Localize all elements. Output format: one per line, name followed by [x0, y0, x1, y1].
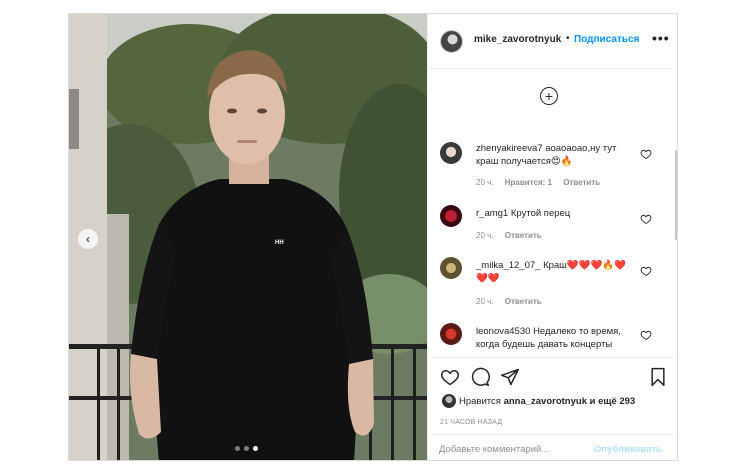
comment-time: 20 ч.	[476, 231, 494, 240]
comment-body: zhenyakireeva7 аоаоаоао,ну тут краш полу…	[476, 142, 636, 168]
follow-button[interactable]: Подписаться	[574, 34, 639, 45]
post-header: mike_zavorotnyuk • Подписаться •••	[428, 14, 677, 69]
post-timestamp[interactable]: 21 ЧАСОВ НАЗАД	[440, 419, 502, 426]
comments-scrollbar[interactable]	[675, 150, 677, 240]
shirt-logo: HH	[275, 240, 284, 246]
commenter-avatar[interactable]	[440, 257, 462, 279]
reply-button[interactable]: Ответить	[505, 231, 542, 240]
more-dots-icon[interactable]: •••	[652, 30, 670, 46]
bookmark-icon[interactable]	[648, 367, 668, 387]
likes-prefix: Нравится	[459, 396, 501, 407]
comment-body: r_amg1 Крутой перец	[476, 207, 636, 220]
publish-button[interactable]: Опубликовать	[594, 444, 662, 455]
likes-count[interactable]: и ещё 293	[590, 396, 636, 407]
header-separator: •	[566, 33, 570, 44]
comment-meta: 20 ч. Ответить	[476, 297, 551, 306]
liker-username[interactable]: anna_zavorotnyuk	[504, 396, 587, 407]
add-comment-bar: Опубликовать	[428, 434, 677, 460]
comment-username[interactable]: _milka_12_07_	[476, 260, 540, 271]
heart-outline-icon[interactable]	[640, 329, 652, 341]
comment-time: 20 ч.	[476, 297, 494, 306]
comment-meta: 20 ч. Ответить	[476, 231, 551, 240]
comment-body: leonova4530 Недалеко то время, когда буд…	[476, 325, 636, 351]
carousel-dots	[235, 446, 258, 451]
comment-meta: 20 ч. Нравится: 1 Ответить	[476, 178, 609, 187]
heart-outline-icon[interactable]	[640, 213, 652, 225]
reply-button[interactable]: Ответить	[563, 178, 600, 187]
post-side-panel: mike_zavorotnyuk • Подписаться ••• + zhe…	[427, 14, 677, 460]
comment-username[interactable]: leonova4530	[476, 326, 530, 337]
heart-outline-icon[interactable]	[640, 148, 652, 160]
comment-likes[interactable]: Нравится: 1	[505, 178, 552, 187]
likes-summary: Нравится anna_zavorotnyuk и ещё 293	[459, 396, 635, 407]
chevron-left-icon: ‹	[86, 232, 90, 246]
carousel-dot	[244, 446, 249, 451]
comment-icon[interactable]	[470, 367, 490, 387]
liker-avatar[interactable]	[442, 394, 456, 408]
carousel-dot	[235, 446, 240, 451]
commenter-avatar[interactable]	[440, 205, 462, 227]
comment-body: _milka_12_07_ Краш❤️❤️❤️🔥❤️❤️❤️	[476, 259, 636, 285]
carousel-prev-button[interactable]: ‹	[78, 229, 98, 249]
post-photo[interactable]: HH ‹	[69, 14, 427, 460]
load-more-comments-icon[interactable]: +	[540, 87, 558, 105]
comment-input[interactable]	[439, 441, 589, 457]
post-dialog: HH ‹ mike_zavorotnyuk • Подписаться ••• …	[68, 13, 678, 461]
comment-text: Крутой перец	[510, 208, 571, 219]
heart-icon[interactable]	[440, 367, 460, 387]
comment-time: 20 ч.	[476, 178, 494, 187]
reply-button[interactable]: Ответить	[505, 297, 542, 306]
author-username[interactable]: mike_zavorotnyuk	[474, 34, 561, 45]
heart-outline-icon[interactable]	[640, 265, 652, 277]
comments-list: + zhenyakireeva7 аоаоаоао,ну тут краш по…	[428, 70, 677, 357]
comment-username[interactable]: zhenyakireeva7	[476, 143, 543, 154]
share-icon[interactable]	[500, 367, 520, 387]
commenter-avatar[interactable]	[440, 142, 462, 164]
commenter-avatar[interactable]	[440, 323, 462, 345]
comment-username[interactable]: r_amg1	[476, 208, 508, 219]
carousel-dot-active	[253, 446, 258, 451]
author-avatar[interactable]	[440, 30, 463, 53]
photo-illustration	[69, 14, 427, 460]
post-actions: Нравится anna_zavorotnyuk и ещё 293 21 Ч…	[428, 357, 677, 460]
